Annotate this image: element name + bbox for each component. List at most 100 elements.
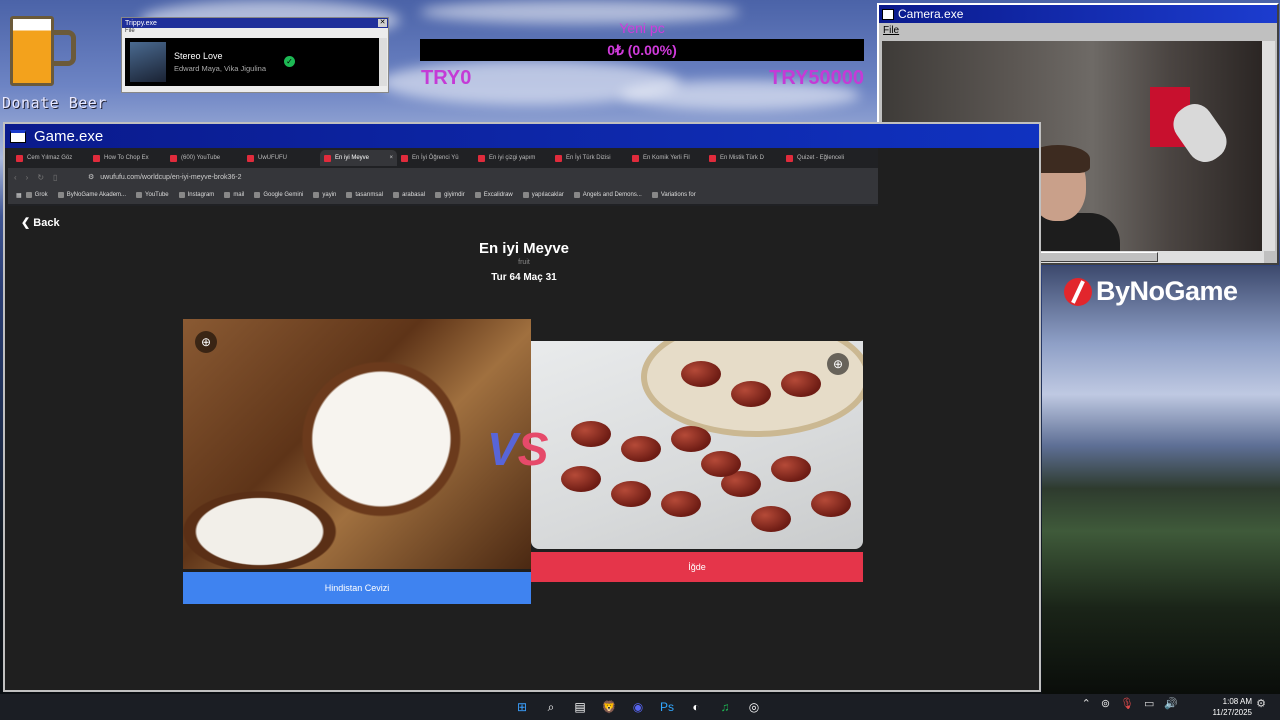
vs-label: VS — [487, 422, 548, 476]
youtube-icon — [170, 154, 177, 162]
display-icon[interactable]: ▭ — [1144, 697, 1154, 710]
browser-tab[interactable]: En iyi çizgi yapım — [474, 150, 551, 166]
trippy-titlebar[interactable]: Trippy.exe ✕ — [122, 18, 388, 28]
trippy-window[interactable]: Trippy.exe ✕ File Stereo Love Edward May… — [121, 17, 389, 93]
browser-tab[interactable]: (600) YouTube — [166, 150, 243, 166]
apps-icon[interactable]: ▦ — [16, 192, 22, 199]
search-icon[interactable]: ⌕ — [541, 697, 561, 717]
tab-label: En iyi Meyve — [335, 155, 370, 161]
file-explorer-icon[interactable]: ▤ — [570, 697, 590, 717]
photoshop-icon[interactable]: Ps — [657, 697, 677, 717]
bookmark-item[interactable]: YouTube — [136, 192, 169, 198]
bookmark-item[interactable]: yayin — [313, 192, 336, 198]
browser-tab[interactable]: En İyi Türk Dizisi — [551, 150, 628, 166]
bookmark-favicon-icon — [25, 192, 32, 198]
brave-icon[interactable]: 🦁 — [599, 697, 619, 717]
discord-icon[interactable]: ◉ — [628, 697, 648, 717]
bookmark-favicon-icon — [522, 192, 529, 198]
bookmark-favicon-icon — [393, 192, 400, 198]
spotify-icon[interactable]: ♫ — [715, 697, 735, 717]
zoom-icon[interactable]: ⊕ — [195, 331, 217, 353]
browser-tab[interactable]: En Mistik Türk D — [705, 150, 782, 166]
browser-tab[interactable]: How To Chop Ex — [89, 150, 166, 166]
browser-tab[interactable]: En iyi Meyve × — [320, 150, 397, 166]
bookmark-item[interactable]: tasarımsal — [346, 192, 383, 198]
forward-arrow-icon[interactable]: › — [26, 173, 29, 182]
page-subtitle: fruit — [518, 259, 530, 266]
bookmark-label: mail — [233, 192, 245, 198]
bookmark-item[interactable]: Instagram — [178, 192, 214, 198]
back-arrow-icon[interactable]: ‹ — [14, 173, 17, 182]
chevron-up-icon[interactable]: ⌃ — [1082, 697, 1091, 710]
youtube-icon — [93, 154, 100, 162]
choice-right-button[interactable]: İğde — [531, 552, 863, 582]
tab-label: (600) YouTube — [181, 155, 221, 161]
bookmark-item[interactable]: Variations for — [651, 192, 696, 198]
bookmark-label: ByNoGame Akadem... — [66, 192, 127, 198]
tab-label: UwUFUFU — [258, 155, 287, 161]
bookmark-item[interactable]: Excalidraw — [474, 192, 513, 198]
bookmark-label: YouTube — [145, 192, 169, 198]
reload-icon[interactable]: ↻ — [37, 173, 44, 182]
browser-tab[interactable]: En İyi Öğrenci Yü — [397, 150, 474, 166]
browser-tab[interactable]: Quizet - Eğlenceli — [782, 150, 859, 166]
windows-icon[interactable]: ⊞ — [512, 697, 532, 717]
back-label: Back — [33, 217, 60, 229]
bookmark-item[interactable]: Angels and Demons... — [573, 192, 642, 198]
site-info-icon[interactable]: ⚙ — [88, 173, 94, 181]
bookmark-icon[interactable]: ▯ — [53, 173, 57, 182]
bookmark-item[interactable]: ByNoGame Akadem... — [57, 192, 127, 198]
beer-icon — [10, 16, 54, 86]
choice-left-button[interactable]: Hindistan Cevizi — [183, 572, 531, 604]
bookmark-item[interactable]: yapılacaklar — [522, 192, 564, 198]
goal-max: TRY50000 — [769, 67, 864, 89]
uwufufu-icon — [247, 154, 254, 162]
tab-label: Quizet - Eğlenceli — [797, 155, 845, 161]
bookmark-item[interactable]: Grok — [25, 192, 48, 198]
clock[interactable]: 1:08 AM 11/27/2025 — [1213, 696, 1252, 718]
dates-image[interactable]: ⊕ — [531, 341, 863, 549]
color-picker-icon[interactable]: ◐ — [686, 697, 706, 717]
goal-progress-bar: 0₺ (0.00%) — [420, 39, 864, 61]
obs-icon[interactable]: ◎ — [744, 697, 764, 717]
bookmark-label: Excalidraw — [483, 192, 513, 198]
goal-min: TRY0 — [421, 67, 472, 89]
youtube-icon — [16, 154, 23, 162]
chevron-left-icon: ❮ — [21, 217, 34, 229]
close-icon[interactable]: ✕ — [378, 19, 387, 27]
microphone-icon[interactable]: 🎙 — [1120, 697, 1134, 710]
bookmark-item[interactable]: giyimdir — [435, 192, 465, 198]
goal-title: Yeni pc — [619, 20, 665, 36]
notification-icon[interactable]: ⚙ — [1256, 697, 1266, 710]
camera-titlebar[interactable]: Camera.exe — [879, 5, 1277, 23]
bookmark-favicon-icon — [57, 192, 64, 198]
game-titlebar[interactable]: Game.exe — [5, 124, 1039, 148]
game-window[interactable]: Game.exe Cem Yılmaz Göz How To Chop Ex (60… — [3, 122, 1041, 692]
brand-background — [1042, 266, 1280, 694]
network-icon[interactable]: ⊚ — [1101, 697, 1110, 710]
donate-beer-widget[interactable]: Donate Beer — [0, 10, 118, 112]
volume-icon[interactable]: 🔊 — [1164, 697, 1178, 710]
close-icon[interactable]: × — [389, 155, 393, 161]
bookmark-item[interactable]: mail — [224, 192, 244, 198]
address-bar-row: ‹ › ↻ ▯ ⚙ uwufufu.com/worldcup/en-iyi-me… — [8, 168, 878, 186]
bookmark-item[interactable]: arabasal — [393, 192, 425, 198]
vertical-scrollbar[interactable] — [1262, 41, 1275, 251]
trippy-menu-file[interactable]: File — [122, 28, 388, 36]
back-button[interactable]: ❮ Back — [21, 216, 60, 229]
zoom-icon[interactable]: ⊕ — [827, 353, 849, 375]
uwufufu-icon — [324, 154, 331, 162]
browser-tab[interactable]: Cem Yılmaz Göz — [12, 150, 89, 166]
camera-menu-file[interactable]: File — [883, 25, 899, 36]
browser-tab[interactable]: En Komik Yerli Fil — [628, 150, 705, 166]
address-bar[interactable]: uwufufu.com/worldcup/en-iyi-meyve-brok36… — [100, 174, 241, 181]
browser-tab[interactable]: UwUFUFU — [243, 150, 320, 166]
coconut-image[interactable]: ⊕ — [183, 319, 531, 569]
bookmark-label: Variations for — [660, 192, 696, 198]
bookmark-item[interactable]: Google Gemini — [254, 192, 303, 198]
scrollbar[interactable] — [379, 38, 387, 86]
uwufufu-icon — [709, 154, 716, 162]
song-title: Stereo Love — [174, 51, 223, 61]
bookmark-favicon-icon — [573, 192, 580, 198]
browser-chrome: Cem Yılmaz Göz How To Chop Ex (600) YouTub… — [8, 148, 878, 206]
